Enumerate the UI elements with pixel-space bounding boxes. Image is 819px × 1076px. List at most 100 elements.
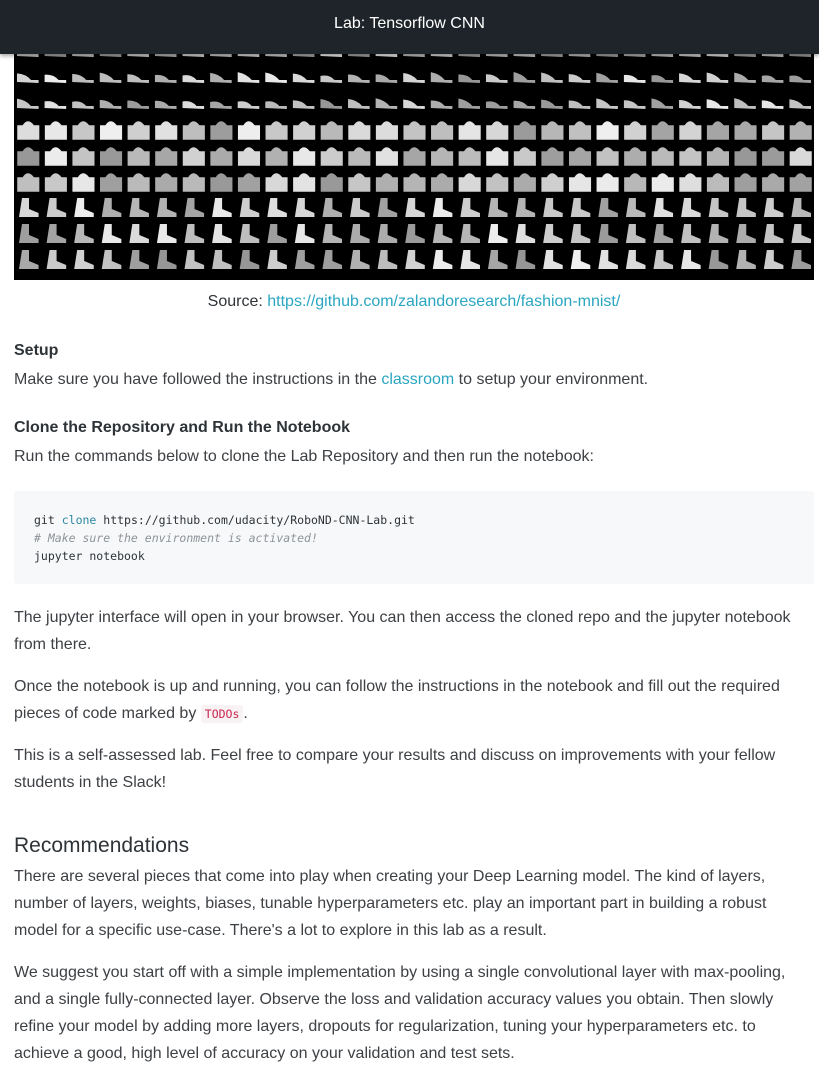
- garment-tile: [458, 147, 481, 166]
- garment-tile: [377, 250, 398, 269]
- garment-tile: [265, 121, 288, 140]
- garment-tile: [681, 198, 701, 217]
- garment-tile: [101, 198, 122, 217]
- garment-tile: [99, 72, 122, 83]
- garment-tile: [541, 121, 564, 140]
- garment-tile: [293, 173, 316, 192]
- garment-tile: [375, 121, 398, 140]
- page-title: Lab: Tensorflow CNN: [334, 15, 485, 32]
- garment-tile: [210, 147, 233, 166]
- garment-tile: [210, 72, 232, 83]
- classroom-link[interactable]: classroom: [381, 371, 454, 388]
- garment-tile: [708, 224, 729, 243]
- garment-tile: [267, 250, 287, 269]
- garment-tile: [736, 250, 756, 269]
- fashion-mnist-grid: [17, 46, 812, 269]
- garment-tile: [182, 121, 205, 140]
- garment-tile: [598, 224, 618, 243]
- code-line-1: git clone https://github.com/udacity/Rob…: [34, 511, 794, 529]
- garment-tile: [350, 224, 370, 243]
- garment-tile: [789, 147, 812, 166]
- garment-tile: [568, 74, 591, 83]
- setup-heading: Setup: [14, 342, 59, 359]
- garment-tile: [156, 198, 177, 217]
- paragraph-notebook-end: .: [243, 705, 248, 722]
- garment-tile: [44, 147, 67, 166]
- garment-tile: [515, 250, 536, 269]
- garment-tile: [789, 75, 811, 83]
- garment-tile: [129, 224, 149, 243]
- garment-tile: [100, 147, 123, 166]
- garment-tile: [625, 250, 646, 269]
- paragraph-notebook-text: Once the notebook is up and running, you…: [14, 678, 780, 722]
- code-block[interactable]: git clone https://github.com/udacity/Rob…: [14, 491, 814, 584]
- recommendations-paragraph-2: We suggest you start off with a simple i…: [14, 964, 786, 1062]
- garment-tile: [17, 73, 39, 83]
- garment-tile: [543, 224, 563, 243]
- garment-tile: [44, 74, 67, 83]
- setup-text: Make sure you have followed the instruct…: [14, 366, 814, 393]
- garment-tile: [679, 173, 702, 192]
- garment-tile: [182, 147, 205, 166]
- garment-tile: [734, 72, 756, 83]
- garment-tile: [239, 250, 260, 269]
- garment-tile: [791, 224, 811, 243]
- garment-tile: [182, 173, 205, 192]
- garment-tile: [432, 224, 453, 243]
- garment-tile: [72, 121, 95, 140]
- garment-tile: [375, 147, 398, 166]
- garment-tile: [734, 147, 757, 166]
- garment-tile: [762, 147, 785, 166]
- garment-tile: [568, 173, 592, 192]
- garment-tile: [625, 198, 646, 217]
- setup-text-end: to setup your environment.: [454, 371, 649, 388]
- garment-tile: [72, 101, 94, 109]
- garment-tile: [74, 198, 94, 217]
- garment-tile: [348, 147, 371, 166]
- garment-tile: [72, 147, 95, 166]
- garment-tile: [237, 121, 261, 140]
- garment-tile: [293, 121, 316, 140]
- setup-text-start: Make sure you have followed the instruct…: [14, 371, 382, 388]
- garment-tile: [267, 198, 287, 217]
- code-clone-keyword: clone: [61, 513, 97, 527]
- garment-tile: [596, 147, 619, 166]
- garment-tile: [403, 173, 426, 192]
- garment-tile: [375, 74, 398, 83]
- garment-tile: [763, 224, 784, 243]
- garment-tile: [322, 198, 343, 217]
- garment-tile: [320, 98, 343, 109]
- garment-tile: [762, 173, 785, 192]
- garment-tile: [377, 198, 398, 217]
- garment-tile: [155, 121, 178, 140]
- garment-tile: [625, 224, 646, 243]
- garment-tile: [596, 72, 618, 83]
- garment-tile: [485, 101, 508, 109]
- garment-tile: [624, 147, 647, 166]
- code-line-3: jupyter notebook: [34, 549, 145, 563]
- garment-tile: [237, 173, 261, 192]
- garment-tile: [458, 98, 480, 109]
- garment-tile: [624, 173, 647, 192]
- garment-tile: [789, 121, 812, 140]
- garment-tile: [736, 224, 756, 243]
- garment-tile: [375, 173, 398, 192]
- paragraph-jupyter: The jupyter interface will open in your …: [14, 609, 791, 653]
- garment-tile: [155, 147, 178, 166]
- source-link[interactable]: https://github.com/zalandoresearch/fashi…: [267, 293, 620, 310]
- garment-tile: [292, 100, 315, 109]
- garment-tile: [568, 100, 591, 109]
- garment-tile: [706, 173, 729, 192]
- garment-tile: [403, 99, 425, 109]
- garment-tile: [129, 198, 149, 217]
- garment-tile: [348, 99, 370, 109]
- garment-tile: [679, 100, 701, 109]
- garment-tile: [708, 250, 729, 269]
- garment-tile: [127, 147, 150, 166]
- code-comment: # Make sure the environment is activated…: [34, 531, 318, 545]
- garment-tile: [706, 72, 729, 83]
- recommendations-heading: Recommendations: [14, 834, 190, 857]
- garment-tile: [294, 250, 315, 269]
- garment-tile: [44, 173, 67, 192]
- garment-tile: [155, 173, 178, 192]
